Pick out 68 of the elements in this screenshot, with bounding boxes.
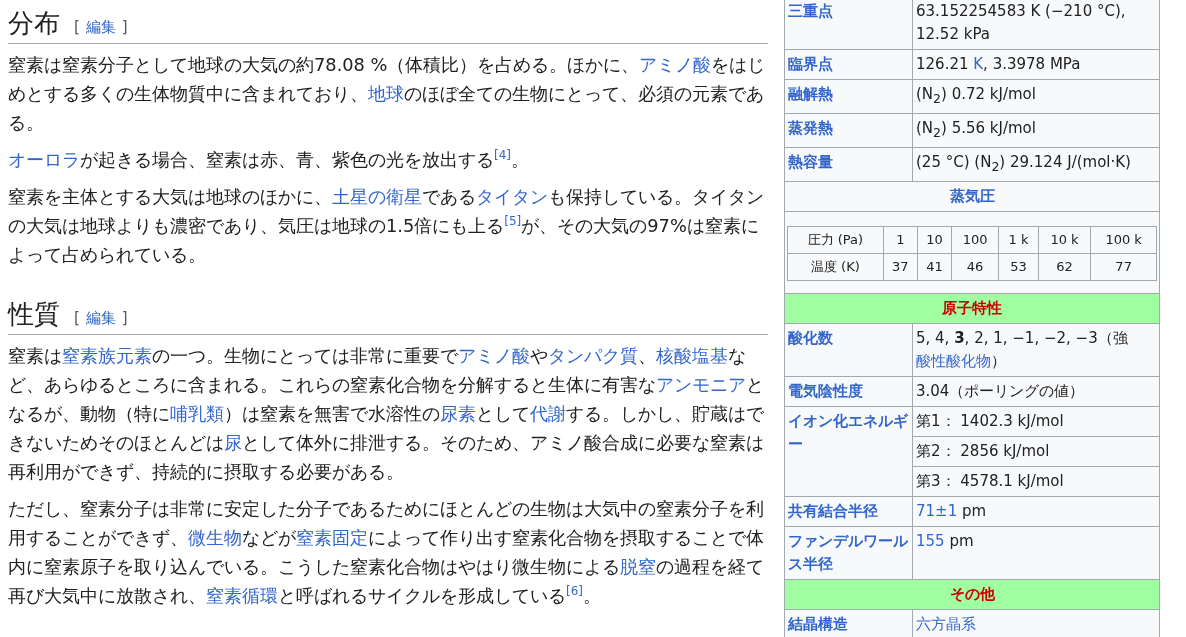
property-value: (25 °C) (N$_{2}$) 29.124 J/(mol·K): [912, 147, 1160, 182]
link[interactable]: K: [973, 55, 984, 73]
link[interactable]: 71±1: [916, 502, 958, 520]
table-cell: 37: [883, 253, 918, 281]
link[interactable]: タンパク質: [548, 345, 638, 366]
table-cell: 100 k: [1090, 226, 1157, 254]
table-cell: 温度 (K): [787, 253, 884, 281]
group-heading: 原子特性: [784, 293, 1160, 324]
property-value: (N$_{2}$) 5.56 kJ/mol: [912, 113, 1160, 148]
property-value: 63.152254583 K (−210 °C), 12.52 kPa: [912, 0, 1160, 50]
subheading-link[interactable]: 蒸気圧: [949, 187, 995, 205]
link[interactable]: 土星の衛星: [332, 186, 422, 207]
link[interactable]: 尿: [224, 432, 242, 453]
group-heading: その他: [784, 579, 1160, 610]
link[interactable]: アミノ酸: [458, 345, 530, 366]
edit-link[interactable]: 編集: [85, 309, 116, 328]
link[interactable]: 窒素固定: [296, 527, 368, 548]
link[interactable]: 核酸塩基: [656, 345, 728, 366]
reference-link[interactable]: [6]: [566, 584, 583, 599]
paragraph: ただし、窒素分子は非常に安定した分子であるためにほとんどの生物は大気中の窒素分子を利用することができず、微生物などが窒素固定によって作り出す窒素化合物を摂取することで体内に窒素原子を取り込んでいる。こうした窒素化合物はやはり微生物による脱窒の過程を経て再び大気中に放散され、窒素循環 と呼ばれるサイクルを形成している$^{[6]}$。: [8, 497, 765, 608]
paragraph: 窒素を主体とする大気は地球のほかに、土星の衛星である タイタン も保持している。タイタンの大気は地球よりも濃密であり、気圧は地球の1.5倍にも上る$^{[5]}$が、その大気の97%は窒素によって占められている。: [8, 185, 765, 267]
bracket: [: [74, 18, 80, 37]
property-value: 71±1 pm: [912, 496, 1160, 527]
link[interactable]: 哺乳類: [170, 403, 224, 424]
bracket: [: [74, 309, 80, 328]
link[interactable]: タイタン: [476, 186, 548, 207]
link[interactable]: 窒素循環: [206, 585, 278, 606]
table-cell: 77: [1090, 253, 1157, 281]
bracket: ]: [121, 18, 128, 37]
link[interactable]: 155: [916, 532, 945, 550]
property-value: 第2： 2856 kJ/mol: [912, 436, 1160, 467]
link[interactable]: 代謝: [530, 403, 566, 424]
section-heading: 分布: [8, 7, 60, 40]
property-value: 5, 4, 3, 2, 1, −1, −2, −3（強 酸性酸化物）: [912, 323, 1160, 377]
edit-link[interactable]: 編集: [85, 18, 116, 37]
link[interactable]: 窒素族元素: [62, 345, 152, 366]
link[interactable]: 六方晶系: [916, 615, 976, 633]
link[interactable]: 微生物: [188, 527, 242, 548]
property-value: 第3： 4578.1 kJ/mol: [912, 466, 1160, 497]
table-cell: 41: [917, 253, 952, 281]
table-cell: 100: [951, 226, 999, 254]
property-value: 3.04（ポーリングの値）: [912, 376, 1160, 407]
bracket: ]: [121, 309, 128, 328]
table-cell: 10 k: [1038, 226, 1091, 254]
table-cell: 10: [917, 226, 952, 254]
table-cell: 1: [883, 226, 918, 254]
property-value: 155 pm: [912, 526, 1160, 580]
table-cell: 53: [998, 253, 1039, 281]
link[interactable]: アミノ酸: [639, 54, 712, 75]
table-cell: 62: [1038, 253, 1091, 281]
table-cell: 圧力 (Pa): [787, 226, 884, 254]
property-value: 126.21 K, 3.3978 MPa: [912, 49, 1160, 80]
table-cell: 46: [951, 253, 999, 281]
reference-link[interactable]: [5]: [504, 214, 522, 229]
link[interactable]: 脱窒: [620, 556, 656, 577]
property-value: 第1： 1402.3 kJ/mol: [912, 406, 1160, 437]
link[interactable]: オーロラ: [8, 149, 80, 170]
link[interactable]: 酸性酸化物: [916, 352, 991, 370]
link[interactable]: 地球: [368, 83, 404, 104]
reference-link[interactable]: [4]: [494, 148, 511, 163]
link[interactable]: アンモニア: [656, 374, 746, 395]
paragraph: 窒素は窒素分子として地球の大気の約78.08 %（体積比）を占める。ほかに、アミノ酸をはじめとする多くの生体物質中に含まれており、地球のほぼ全ての生物にとって、必須の元素である。: [8, 53, 767, 135]
section-heading: 性質: [8, 298, 60, 331]
paragraph: オーロラ が起きる場合、窒素は赤、青、紫色の光を放出する$^{[4]}$。: [8, 147, 530, 172]
table-cell: 1 k: [998, 226, 1039, 254]
property-value: (N$_{2}$) 0.72 kJ/mol: [912, 79, 1160, 114]
paragraph: 窒素は窒素族元素の一つ。生物にとっては非常に重要でアミノ酸やタンパク質、核酸塩基など、あらゆるところに含まれる。これらの窒素化合物を分解すると生体に有害なアンモニア となるが、動物（特に哺乳類）は窒素を無害で水溶性の尿素として代謝する。しかし、貯蔵はできないためそのほとんどは尿 として体外に排泄する。そのため、アミノ酸合成に必要な窒素は再利用ができず、持続的に摂取する必要がある。: [8, 344, 765, 484]
link[interactable]: 尿素: [440, 403, 476, 424]
